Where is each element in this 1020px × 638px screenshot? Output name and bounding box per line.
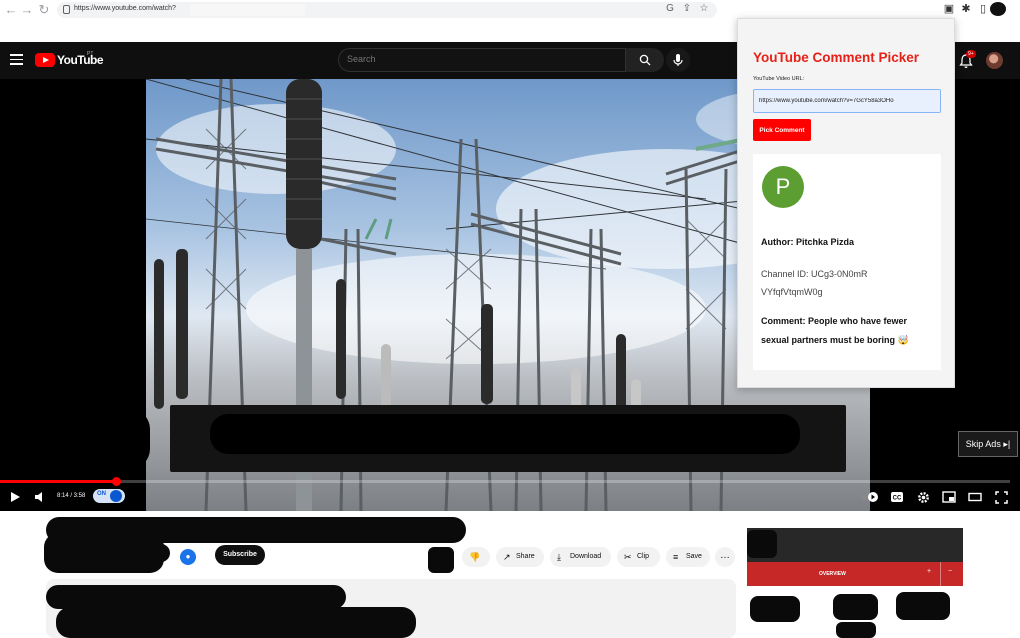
lock-icon[interactable] — [63, 5, 70, 14]
sidebar-ad-card[interactable]: OVERVIEW + − — [747, 528, 963, 586]
redacted-description-line-1 — [46, 585, 346, 609]
url-redaction — [190, 4, 305, 16]
plus-icon[interactable]: + — [927, 568, 931, 575]
address-bar[interactable]: https://www.youtube.com/watch? G ⇪ ☆ — [57, 2, 717, 18]
fullscreen-icon[interactable] — [992, 489, 1010, 505]
playlist-add-icon: ≡ — [673, 552, 679, 562]
youtube-logo-icon[interactable] — [35, 53, 55, 67]
progress-fill — [0, 480, 117, 483]
menu-icon[interactable] — [10, 54, 23, 65]
redacted-channel-name — [120, 544, 170, 562]
skip-ads-button[interactable]: Skip Ads ▸| — [958, 431, 1018, 457]
save-button[interactable]: ≡ Save — [666, 547, 710, 567]
reload-icon[interactable]: ↻ — [37, 3, 51, 17]
time-display: 8:14 / 3:58 — [57, 493, 86, 499]
profile-icon[interactable] — [990, 2, 1006, 16]
share-icon[interactable]: ⇪ — [681, 3, 693, 15]
redacted-sidebar-item-2 — [833, 594, 878, 620]
back-icon[interactable]: ← — [4, 3, 18, 17]
autoplay-toggle[interactable]: ON — [93, 489, 125, 503]
region-code: PT — [87, 51, 94, 57]
google-icon[interactable]: G — [664, 3, 676, 15]
subtitles-icon[interactable]: CC — [888, 489, 906, 505]
redacted-like-count — [428, 547, 454, 573]
autoplay-label: ON — [97, 491, 106, 497]
popup-title: YouTube Comment Picker — [753, 50, 920, 65]
star-icon[interactable]: ☆ — [698, 3, 710, 15]
video-url-label: YouTube Video URL: — [753, 76, 805, 82]
volume-icon[interactable] — [31, 489, 49, 505]
clip-button[interactable]: ✂ Clip — [617, 547, 660, 567]
comment-text: Comment: People who have fewer sexual pa… — [761, 316, 909, 345]
autoplay-knob — [110, 490, 122, 502]
settings-icon[interactable] — [914, 489, 932, 505]
minus-icon[interactable]: − — [948, 568, 952, 575]
description-box[interactable] — [46, 579, 736, 638]
user-avatar[interactable] — [986, 52, 1003, 69]
subscribe-button[interactable]: Subscribe — [215, 545, 265, 565]
puzzle-icon[interactable]: ✱ — [960, 3, 972, 15]
search-button[interactable] — [626, 48, 664, 72]
search-box[interactable] — [338, 48, 626, 72]
autoplay-next-icon[interactable] — [860, 489, 880, 505]
sidebar-ad-media — [747, 528, 963, 562]
download-icon: ⤓ — [557, 552, 561, 562]
sidebar-ad-bar: OVERVIEW + − — [747, 562, 963, 586]
save-label: Save — [686, 553, 702, 560]
overview-label[interactable]: OVERVIEW — [819, 571, 846, 577]
download-label: Download — [570, 553, 602, 560]
search-icon — [639, 54, 651, 66]
redaction-blot-left — [0, 409, 150, 469]
comment-author: Author: Pitchka Pizda — [761, 237, 855, 247]
redacted-sidebar-item-4 — [836, 622, 876, 638]
sidepanel-icon[interactable]: ▯ — [977, 3, 989, 15]
channel-verified-chip[interactable]: ● — [180, 549, 206, 565]
theater-mode-icon[interactable] — [966, 489, 984, 505]
comment-channel-id: Channel ID: UCg3-0N0mRVYfqfVtqmW0g — [761, 269, 868, 297]
dislike-button[interactable]: 👎 — [462, 547, 490, 567]
forward-icon[interactable]: → — [20, 3, 34, 17]
redacted-caption — [170, 405, 846, 472]
progress-bar[interactable] — [0, 477, 1010, 486]
scissors-icon: ✂ — [624, 552, 632, 562]
redacted-sidebar-item-1 — [750, 596, 800, 622]
video-url-input[interactable] — [753, 89, 941, 113]
redaction-scribble — [210, 414, 800, 454]
redacted-sidebar-item-3 — [896, 592, 950, 620]
voice-search-button[interactable] — [666, 48, 690, 72]
commenter-avatar: P — [762, 166, 804, 208]
notification-badge: 9+ — [966, 50, 976, 58]
youtube-wordmark[interactable]: YouTube — [57, 53, 104, 67]
picked-comment-card: P Author: Pitchka Pizda Channel ID: UCg3… — [753, 154, 941, 370]
sidebar-divider — [940, 562, 941, 586]
share-label: Share — [516, 553, 535, 560]
share-arrow-icon: ↗ — [503, 552, 511, 562]
svg-text:CC: CC — [893, 496, 902, 502]
extension-icon[interactable]: ▣ — [943, 3, 955, 15]
player-controls: 8:14 / 3:58 ON CC — [0, 484, 1020, 511]
more-actions-button[interactable]: … — [715, 547, 735, 567]
share-button[interactable]: ↗ Share — [496, 547, 544, 567]
pick-comment-button[interactable]: Pick Comment — [753, 119, 811, 141]
download-button[interactable]: ⤓ Download — [550, 547, 611, 567]
comment-picker-popup: YouTube Comment Picker YouTube Video URL… — [737, 18, 955, 388]
dislike-icon: 👎 — [469, 552, 481, 562]
clip-label: Clip — [637, 553, 650, 560]
microphone-icon — [673, 54, 683, 66]
url-text: https://www.youtube.com/watch? — [74, 5, 176, 12]
miniplayer-icon[interactable] — [940, 489, 958, 505]
play-icon[interactable] — [6, 489, 24, 505]
redacted-description-line-2 — [56, 607, 416, 638]
channel-icon: ● — [180, 549, 196, 565]
redacted-ad-logo — [747, 530, 777, 558]
search-input[interactable] — [347, 54, 617, 64]
